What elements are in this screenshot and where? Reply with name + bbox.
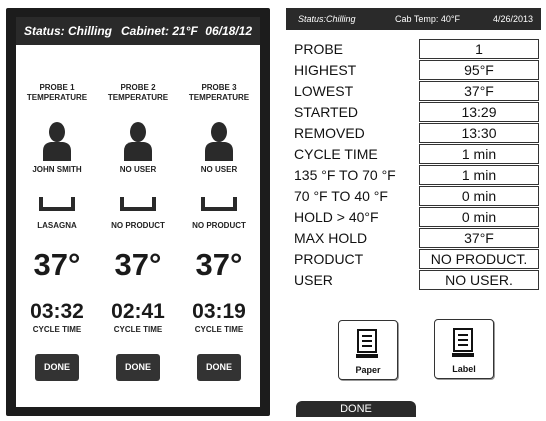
row-value: 0 min: [419, 207, 539, 227]
row-label: REMOVED: [294, 125, 365, 141]
detail-row-highest: HIGHEST 95°F: [286, 60, 540, 80]
cabinet-temp: Cabinet: 21°F: [121, 24, 198, 38]
probe-column-1: PROBE 1 TEMPERATURE JOHN SMITH LASAGNA 3…: [17, 45, 97, 407]
row-value: NO PRODUCT.: [419, 249, 539, 269]
cycle-time-label: CYCLE TIME: [113, 325, 163, 334]
detail-row-70-to-40: 70 °F TO 40 °F 0 min: [286, 186, 540, 206]
probe-overview-screen: Status: Chilling Cabinet: 21°F 06/18/12 …: [6, 8, 270, 416]
status-text: Status:Chilling: [298, 14, 356, 24]
cycle-time-label: CYCLE TIME: [194, 325, 244, 334]
user-silhouette-icon[interactable]: [41, 121, 73, 161]
cycle-time-label: CYCLE TIME: [32, 325, 82, 334]
done-button-probe-1[interactable]: DONE: [35, 354, 79, 381]
probe-title-line2: TEMPERATURE: [188, 93, 250, 102]
document-icon: [356, 329, 378, 358]
user-name[interactable]: NO USER: [179, 165, 259, 174]
detail-row-hold-over-40: HOLD > 40°F 0 min: [286, 207, 540, 227]
done-button-probe-3[interactable]: DONE: [197, 354, 241, 381]
paper-button-label: Paper: [355, 365, 381, 375]
probe-title-line2: TEMPERATURE: [107, 93, 169, 102]
detail-row-user: USER NO USER.: [286, 270, 540, 290]
cycle-time-value: 03:32: [30, 300, 84, 323]
probe-overview-display: Status: Chilling Cabinet: 21°F 06/18/12 …: [16, 17, 260, 407]
row-value: 1 min: [419, 144, 539, 164]
detail-row-max-hold: MAX HOLD 37°F: [286, 228, 540, 248]
probe-title: PROBE 3 TEMPERATURE: [179, 83, 259, 103]
cycle-time-value: 03:19: [192, 300, 246, 323]
done-button-probe-2[interactable]: DONE: [116, 354, 160, 381]
product-name[interactable]: NO PRODUCT: [98, 221, 178, 230]
status-text: Status: Chilling: [24, 24, 112, 38]
probe-temperature: 37°: [33, 247, 81, 282]
row-label: MAX HOLD: [294, 230, 368, 246]
detail-row-started: STARTED 13:29: [286, 102, 540, 122]
row-value: 13:29: [419, 102, 539, 122]
probe-column-3: PROBE 3 TEMPERATURE NO USER NO PRODUCT 3…: [179, 45, 259, 407]
user-name[interactable]: NO USER: [98, 165, 178, 174]
detail-row-removed: REMOVED 13:30: [286, 123, 540, 143]
print-label-button[interactable]: Label: [434, 319, 494, 379]
probe-title-line1: PROBE 3: [201, 83, 237, 92]
status-date: 06/18/12: [205, 24, 252, 38]
print-paper-button[interactable]: Paper: [338, 320, 398, 380]
row-label: CYCLE TIME: [294, 146, 378, 162]
cabinet-temp: Cab Temp: 40°F: [395, 14, 460, 24]
done-button[interactable]: DONE: [296, 401, 416, 417]
status-bar: Status: Chilling Cabinet: 21°F 06/18/12: [16, 17, 260, 45]
row-value: NO USER.: [419, 270, 539, 290]
row-label: 135 °F TO 70 °F: [294, 167, 396, 183]
probe-title: PROBE 1 TEMPERATURE: [17, 83, 97, 103]
product-tray-icon[interactable]: [37, 195, 77, 215]
row-label: USER: [294, 272, 333, 288]
row-label: LOWEST: [294, 83, 354, 99]
product-tray-icon[interactable]: [118, 195, 158, 215]
row-label: STARTED: [294, 104, 359, 120]
label-icon: [452, 328, 474, 357]
detail-row-product: PRODUCT NO PRODUCT.: [286, 249, 540, 269]
product-name[interactable]: NO PRODUCT: [179, 221, 259, 230]
detail-row-probe: PROBE 1: [286, 39, 540, 59]
row-label: PROBE: [294, 41, 344, 57]
row-value: 37°F: [419, 81, 539, 101]
row-value: 95°F: [419, 60, 539, 80]
product-name[interactable]: LASAGNA: [17, 221, 97, 230]
user-silhouette-icon[interactable]: [203, 121, 235, 161]
probe-detail-screen: Status:Chilling Cab Temp: 40°F 4/26/2013…: [286, 8, 541, 417]
detail-row-135-to-70: 135 °F TO 70 °F 1 min: [286, 165, 540, 185]
probe-title-line2: TEMPERATURE: [26, 93, 88, 102]
probe-title: PROBE 2 TEMPERATURE: [98, 83, 178, 103]
row-value: 13:30: [419, 123, 539, 143]
cycle-time-value: 02:41: [111, 300, 165, 323]
detail-row-cycle-time: CYCLE TIME 1 min: [286, 144, 540, 164]
detail-row-lowest: LOWEST 37°F: [286, 81, 540, 101]
row-value: 0 min: [419, 186, 539, 206]
row-label: 70 °F TO 40 °F: [294, 188, 388, 204]
row-label: HOLD > 40°F: [294, 209, 379, 225]
row-label: HIGHEST: [294, 62, 357, 78]
probe-temperature: 37°: [114, 247, 162, 282]
label-button-label: Label: [452, 364, 476, 374]
row-value: 37°F: [419, 228, 539, 248]
probe-title-line1: PROBE 2: [120, 83, 156, 92]
product-tray-icon[interactable]: [199, 195, 239, 215]
probe-temperature: 37°: [195, 247, 243, 282]
user-silhouette-icon[interactable]: [122, 121, 154, 161]
row-label: PRODUCT: [294, 251, 364, 267]
row-value: 1 min: [419, 165, 539, 185]
row-value: 1: [419, 39, 539, 59]
user-name[interactable]: JOHN SMITH: [17, 165, 97, 174]
probe-title-line1: PROBE 1: [39, 83, 75, 92]
probe-column-2: PROBE 2 TEMPERATURE NO USER NO PRODUCT 3…: [98, 45, 178, 407]
status-bar: Status:Chilling Cab Temp: 40°F 4/26/2013: [286, 8, 541, 30]
status-date: 4/26/2013: [492, 14, 533, 24]
